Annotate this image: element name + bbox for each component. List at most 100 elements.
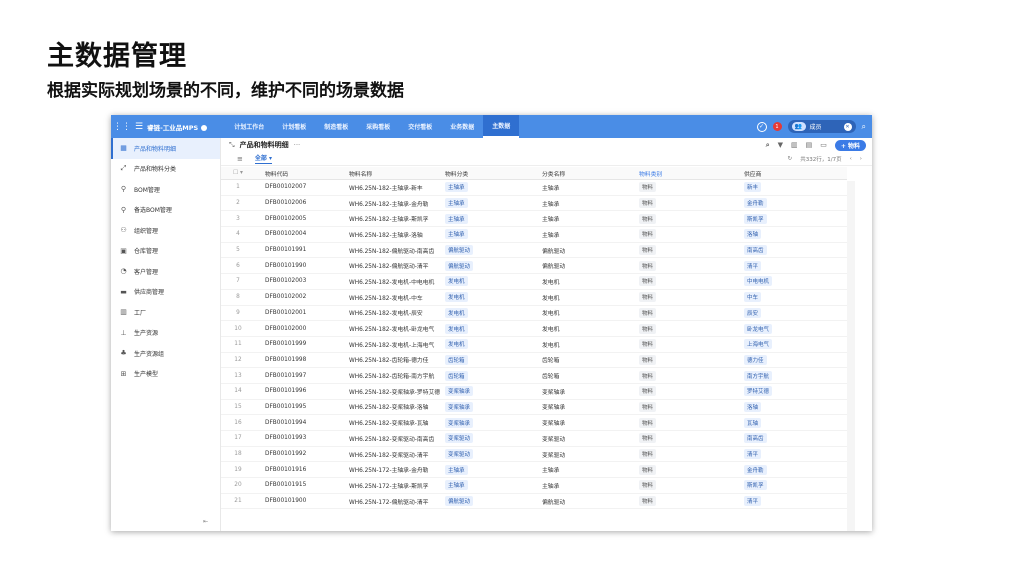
table-row[interactable]: 3 DFB00102005 WH6.25N-182-主轴承-斯凯孚 主轴承 主轴承 物料 斯…: [221, 211, 847, 228]
search-icon[interactable]: ⌕: [862, 122, 866, 132]
table-cell-cat: 变桨轴承: [445, 417, 542, 428]
column-header[interactable]: 物料代码: [251, 169, 349, 178]
table-cell-name: WH6.25N-182-发电机-中电电机: [349, 279, 435, 286]
table-cell-name: WH6.25N-182-发电机-辰安: [349, 311, 423, 318]
user-menu[interactable]: 👥 成员 ✕: [787, 120, 856, 133]
column-header[interactable]: 供应商: [736, 169, 836, 178]
table-row[interactable]: 16 DFB00101994 WH6.25N-182-变桨轴承-瓦轴 变桨轴承 变桨轴承…: [221, 415, 847, 431]
sidebar-item[interactable]: ▥ 工厂: [111, 302, 220, 323]
table-row[interactable]: 5 DFB00101991 WH6.25N-182-偏航驱动-南高齿 偏航驱动 偏航驱动…: [221, 243, 847, 259]
table-row[interactable]: 1 DFB00102007 WH6.25N-182-主轴承-新丰 主轴承 主轴承 物料 新丰: [221, 180, 847, 196]
table-row[interactable]: 20 DFB00101915 WH6.25N-172-主轴承-斯凯孚 主轴承 主轴承 物料…: [221, 478, 847, 494]
table-row[interactable]: 9 DFB00102001 WH6.25N-182-发电机-辰安 发电机 发电机 物料 辰安: [221, 306, 847, 322]
table-row[interactable]: 7 DFB00102003 WH6.25N-182-发电机-中电电机 发电机 发电机 物料…: [221, 274, 847, 290]
sidebar-item[interactable]: ⚲ BOM管理: [111, 179, 220, 200]
table-cell-code: DFB00102004: [265, 231, 307, 238]
table-cell-name: WH6.25N-182-偏航驱动-南高齿: [349, 248, 435, 255]
tag: 齿轮箱: [445, 354, 468, 365]
add-material-button[interactable]: + 物料: [834, 139, 866, 151]
table-row[interactable]: 12 DFB00101998 WH6.25N-182-齿轮箱-德力佳 齿轮箱 齿轮箱 物料…: [221, 353, 847, 369]
table-row[interactable]: 14 DFB00101996 WH6.25N-182-变桨轴承-罗特艾德 变桨轴承 变桨…: [221, 384, 847, 400]
scrollbar[interactable]: [847, 181, 855, 531]
column-header[interactable]: 物料名称: [349, 169, 445, 178]
nav-tab[interactable]: 采购看板: [357, 115, 399, 138]
close-icon[interactable]: ✕: [843, 122, 852, 131]
sidebar-item[interactable]: ⊞ 生产模型: [111, 364, 220, 385]
view-tab-all[interactable]: 全部 ▾: [254, 153, 272, 164]
comment-icon[interactable]: ▤: [806, 141, 813, 149]
table-row[interactable]: 8 DFB00102002 WH6.25N-182-发电机-中车 发电机 发电机 物料 中车: [221, 290, 847, 306]
tag: 物料: [639, 213, 657, 224]
sidebar-item[interactable]: ◔ 客户管理: [111, 261, 220, 282]
sidebar-item[interactable]: ▣ 仓库管理: [111, 241, 220, 262]
sidebar-item[interactable]: ▦ 产品和物料明细: [111, 138, 220, 159]
sidebar-item[interactable]: ♣ 生产资源组: [111, 343, 220, 364]
notification-badge[interactable]: 1: [772, 122, 782, 131]
table-cell-sup: 清平: [736, 260, 836, 271]
tag: 物料: [639, 182, 657, 193]
sidebar-item[interactable]: ⊥ 生产资源: [111, 323, 220, 344]
app-info-icon[interactable]: [201, 124, 208, 131]
table-row[interactable]: 15 DFB00101995 WH6.25N-182-变桨轴承-洛轴 变桨轴承 变桨轴承…: [221, 400, 847, 416]
nav-tab[interactable]: 主数据: [483, 115, 520, 138]
tag: 洛轴: [744, 401, 762, 412]
table-row[interactable]: 11 DFB00101999 WH6.25N-182-发电机-上海电气 发电机 发电机 物…: [221, 337, 847, 353]
table-row[interactable]: 2 DFB00102006 WH6.25N-182-主轴承-金舟勒 主轴承 主轴承 物料 金…: [221, 196, 847, 212]
nav-tab[interactable]: 计划工作台: [225, 115, 273, 138]
table-cell-catname: 发电机: [542, 311, 560, 318]
prev-page-icon[interactable]: ‹: [850, 156, 852, 162]
select-all-checkbox[interactable]: ☐ ▾: [221, 170, 251, 176]
table-row[interactable]: 21 DFB00101900 WH6.25N-172-偏航驱动-清平 偏航驱动 偏航驱动…: [221, 494, 847, 510]
tag: 发电机: [445, 339, 468, 350]
nav-tab[interactable]: 交付看板: [399, 115, 441, 138]
sidebar-item[interactable]: ▬ 供应商管理: [111, 282, 220, 303]
table-row[interactable]: 10 DFB00102000 WH6.25N-182-发电机-卧龙电气 发电机 发电机 物…: [221, 321, 847, 337]
table-cell-cat: 变桨驱动: [445, 449, 542, 460]
table-row[interactable]: 4 DFB00102004 WH6.25N-182-主轴承-洛轴 主轴承 主轴承 物料 洛轴: [221, 227, 847, 243]
table-cell-type: 物料: [639, 260, 736, 271]
tag: 齿轮箱: [445, 370, 468, 381]
tag: 发电机: [445, 292, 468, 303]
table-row[interactable]: 6 DFB00101990 WH6.25N-182-偏航驱动-清平 偏航驱动 偏航驱动 物…: [221, 258, 847, 275]
refresh-icon[interactable]: ↻: [788, 156, 793, 162]
sidebar-item[interactable]: ⤢ 产品和物料分类: [111, 159, 220, 180]
nav-tab[interactable]: 业务数据: [441, 115, 483, 138]
more-icon[interactable]: ···: [294, 141, 301, 149]
next-page-icon[interactable]: ›: [860, 156, 862, 162]
print-icon[interactable]: ▭: [820, 141, 827, 149]
table-cell-name: WH6.25N-172-主轴承-斯凯孚: [349, 483, 429, 490]
apps-grid-icon[interactable]: ⋮⋮: [113, 115, 131, 138]
tag: 新丰: [744, 182, 762, 193]
sidebar-item-label: 供应商管理: [134, 289, 165, 297]
sidebar-item[interactable]: ⚇ 组织管理: [111, 220, 220, 241]
chart-icon[interactable]: ▥: [791, 141, 798, 149]
table-row[interactable]: 17 DFB00101993 WH6.25N-182-变桨驱动-南高齿 变桨驱动 变桨驱…: [221, 431, 847, 447]
table-row[interactable]: 19 DFB00101916 WH6.25N-172-主轴承-金舟勒 主轴承 主轴承 物料…: [221, 462, 847, 479]
nav-tab[interactable]: 制造看板: [315, 115, 357, 138]
table-row[interactable]: 18 DFB00101992 WH6.25N-182-变桨驱动-清平 变桨驱动 变桨驱动…: [221, 447, 847, 463]
check-icon[interactable]: ✓: [756, 121, 767, 132]
tag: 偏航驱动: [445, 496, 474, 507]
nav-tab[interactable]: 计划看板: [273, 115, 315, 138]
search-icon[interactable]: ⌕: [766, 141, 770, 150]
tag: 清平: [744, 449, 762, 460]
menu-icon[interactable]: ≡: [237, 155, 243, 163]
sidebar-item[interactable]: ⚲ 备选BOM管理: [111, 200, 220, 221]
row-index: 15: [234, 403, 242, 410]
table-cell-sup: 辰安: [736, 307, 836, 318]
app-name[interactable]: 睿链-工业品MPS: [147, 122, 208, 132]
table-cell-cat: 发电机: [445, 339, 542, 350]
table-cell-catname: 发电机: [542, 295, 560, 302]
tag: 中电电机: [744, 276, 773, 287]
filter-icon[interactable]: ▼: [778, 141, 783, 149]
table-cell-name: WH6.25N-182-主轴承-金舟勒: [349, 201, 429, 208]
table-cell-cat: 齿轮箱: [445, 354, 542, 365]
column-header[interactable]: 物料分类: [445, 169, 542, 178]
table-row[interactable]: 13 DFB00101997 WH6.25N-182-齿轮箱-南方宇航 齿轮箱 齿轮箱 物…: [221, 368, 847, 384]
column-header[interactable]: 物料类别: [639, 169, 736, 178]
collapse-sidebar-icon[interactable]: ⇤: [203, 518, 208, 525]
warehouse-icon: ▣: [120, 246, 127, 255]
column-header[interactable]: 分类名称: [542, 169, 639, 178]
table-cell-name: WH6.25N-182-变桨驱动-南高齿: [349, 436, 435, 443]
expand-icon[interactable]: ⤡: [229, 141, 235, 150]
